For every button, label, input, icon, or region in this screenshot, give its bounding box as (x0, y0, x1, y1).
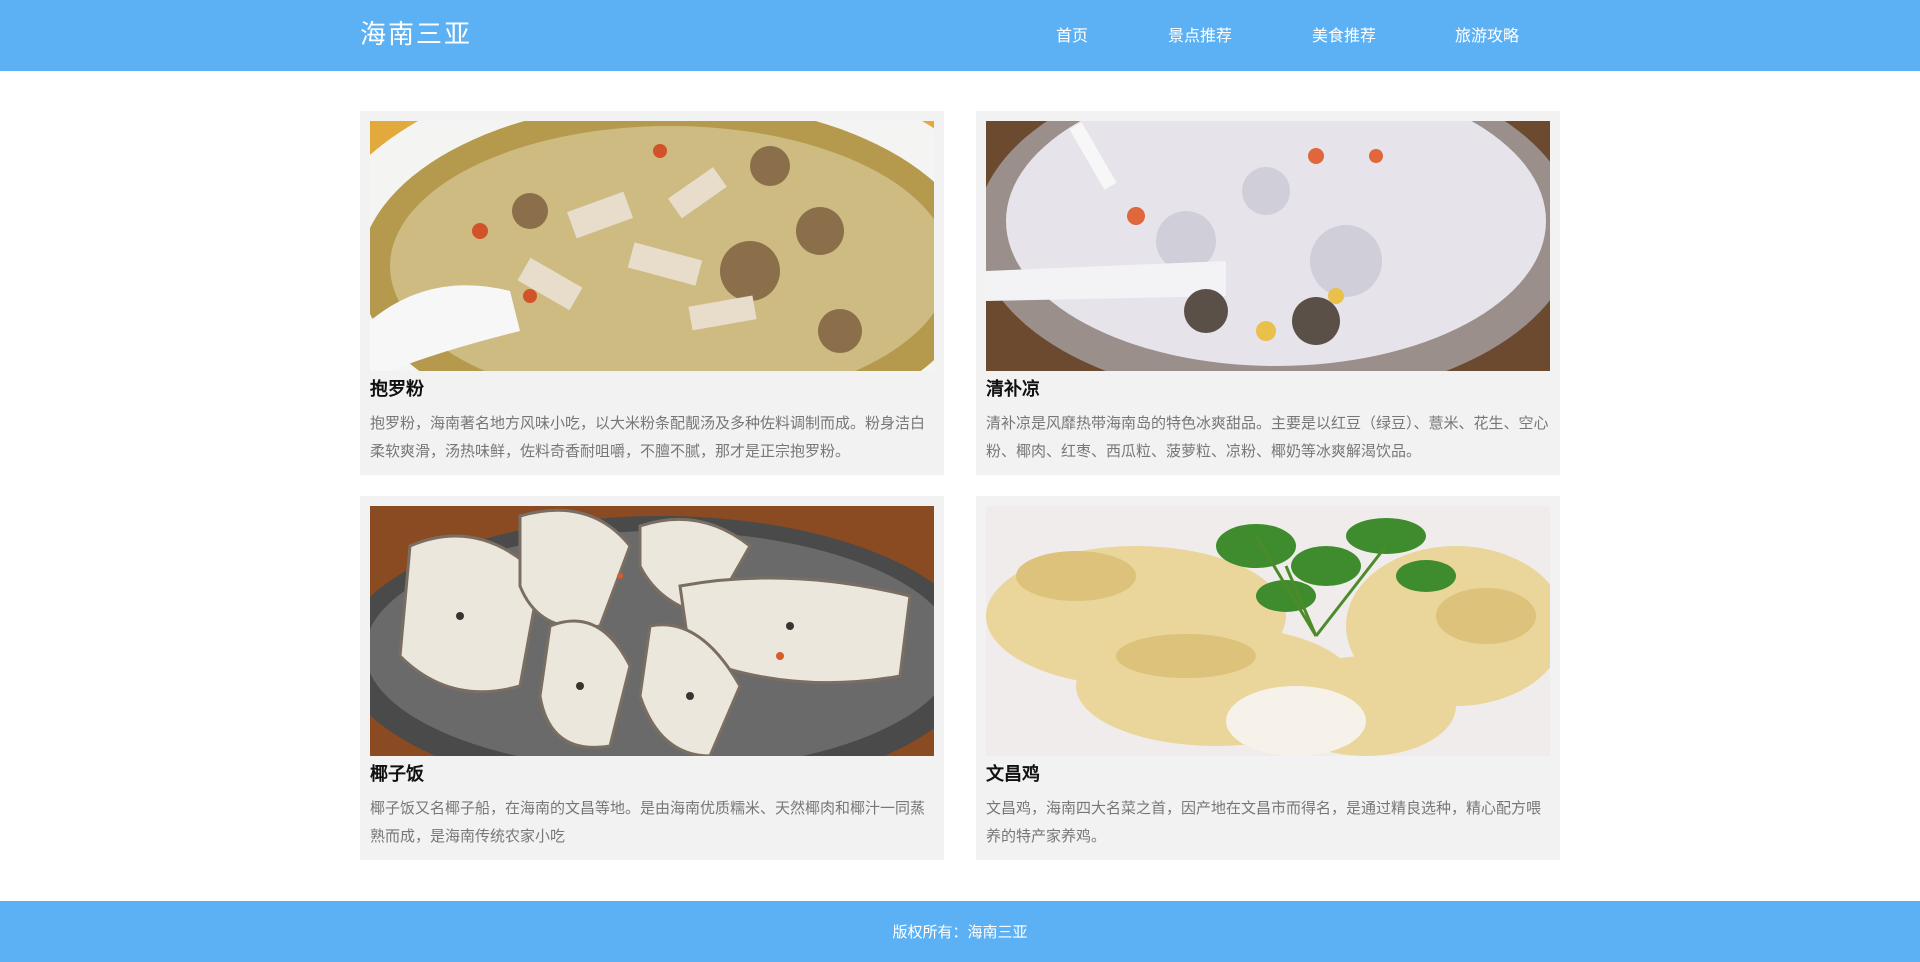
card-title[interactable]: 文昌鸡 (986, 762, 1040, 788)
food-card[interactable]: 文昌鸡 文昌鸡，海南四大名菜之首，因产地在文昌市而得名，是通过精良选种，精心配方… (976, 496, 1560, 860)
card-description: 抱罗粉，海南著名地方风味小吃，以大米粉条配靓汤及多种佐料调制而成。粉身洁白柔软爽… (370, 414, 926, 460)
copyright-text: 版权所有：海南三亚 (892, 923, 1028, 941)
wenchang-chicken-photo[interactable] (986, 506, 1550, 756)
baoluo-noodle-photo[interactable] (370, 121, 934, 371)
nav-travel-guide[interactable]: 旅游攻略 (1455, 25, 1519, 47)
card-title[interactable]: 清补凉 (986, 377, 1040, 403)
card-description: 椰子饭又名椰子船，在海南的文昌等地。是由海南优质糯米、天然椰肉和椰汁一同蒸熟而成… (370, 799, 926, 845)
coconut-rice-photo[interactable] (370, 506, 934, 756)
food-card[interactable]: 椰子饭 椰子饭又名椰子船，在海南的文昌等地。是由海南优质糯米、天然椰肉和椰汁一同… (360, 496, 944, 860)
nav-attractions[interactable]: 景点推荐 (1168, 25, 1232, 47)
site-logo[interactable]: 海南三亚 (360, 19, 472, 52)
site-footer: 版权所有：海南三亚 (0, 901, 1920, 962)
food-card[interactable]: 清补凉 清补凉是风靡热带海南岛的特色冰爽甜品。主要是以红豆（绿豆）、薏米、花生、… (976, 111, 1560, 475)
card-title[interactable]: 抱罗粉 (370, 377, 424, 403)
card-description: 文昌鸡，海南四大名菜之首，因产地在文昌市而得名，是通过精良选种，精心配方喂养的特… (986, 799, 1542, 845)
qingbuliang-dessert-photo[interactable] (986, 121, 1550, 371)
site-header: 海南三亚 首页 景点推荐 美食推荐 旅游攻略 (0, 0, 1920, 71)
food-card[interactable]: 抱罗粉 抱罗粉，海南著名地方风味小吃，以大米粉条配靓汤及多种佐料调制而成。粉身洁… (360, 111, 944, 475)
card-description: 清补凉是风靡热带海南岛的特色冰爽甜品。主要是以红豆（绿豆）、薏米、花生、空心粉、… (986, 414, 1549, 460)
card-title[interactable]: 椰子饭 (370, 762, 424, 788)
nav-home[interactable]: 首页 (1056, 25, 1088, 47)
nav-food[interactable]: 美食推荐 (1312, 25, 1376, 47)
